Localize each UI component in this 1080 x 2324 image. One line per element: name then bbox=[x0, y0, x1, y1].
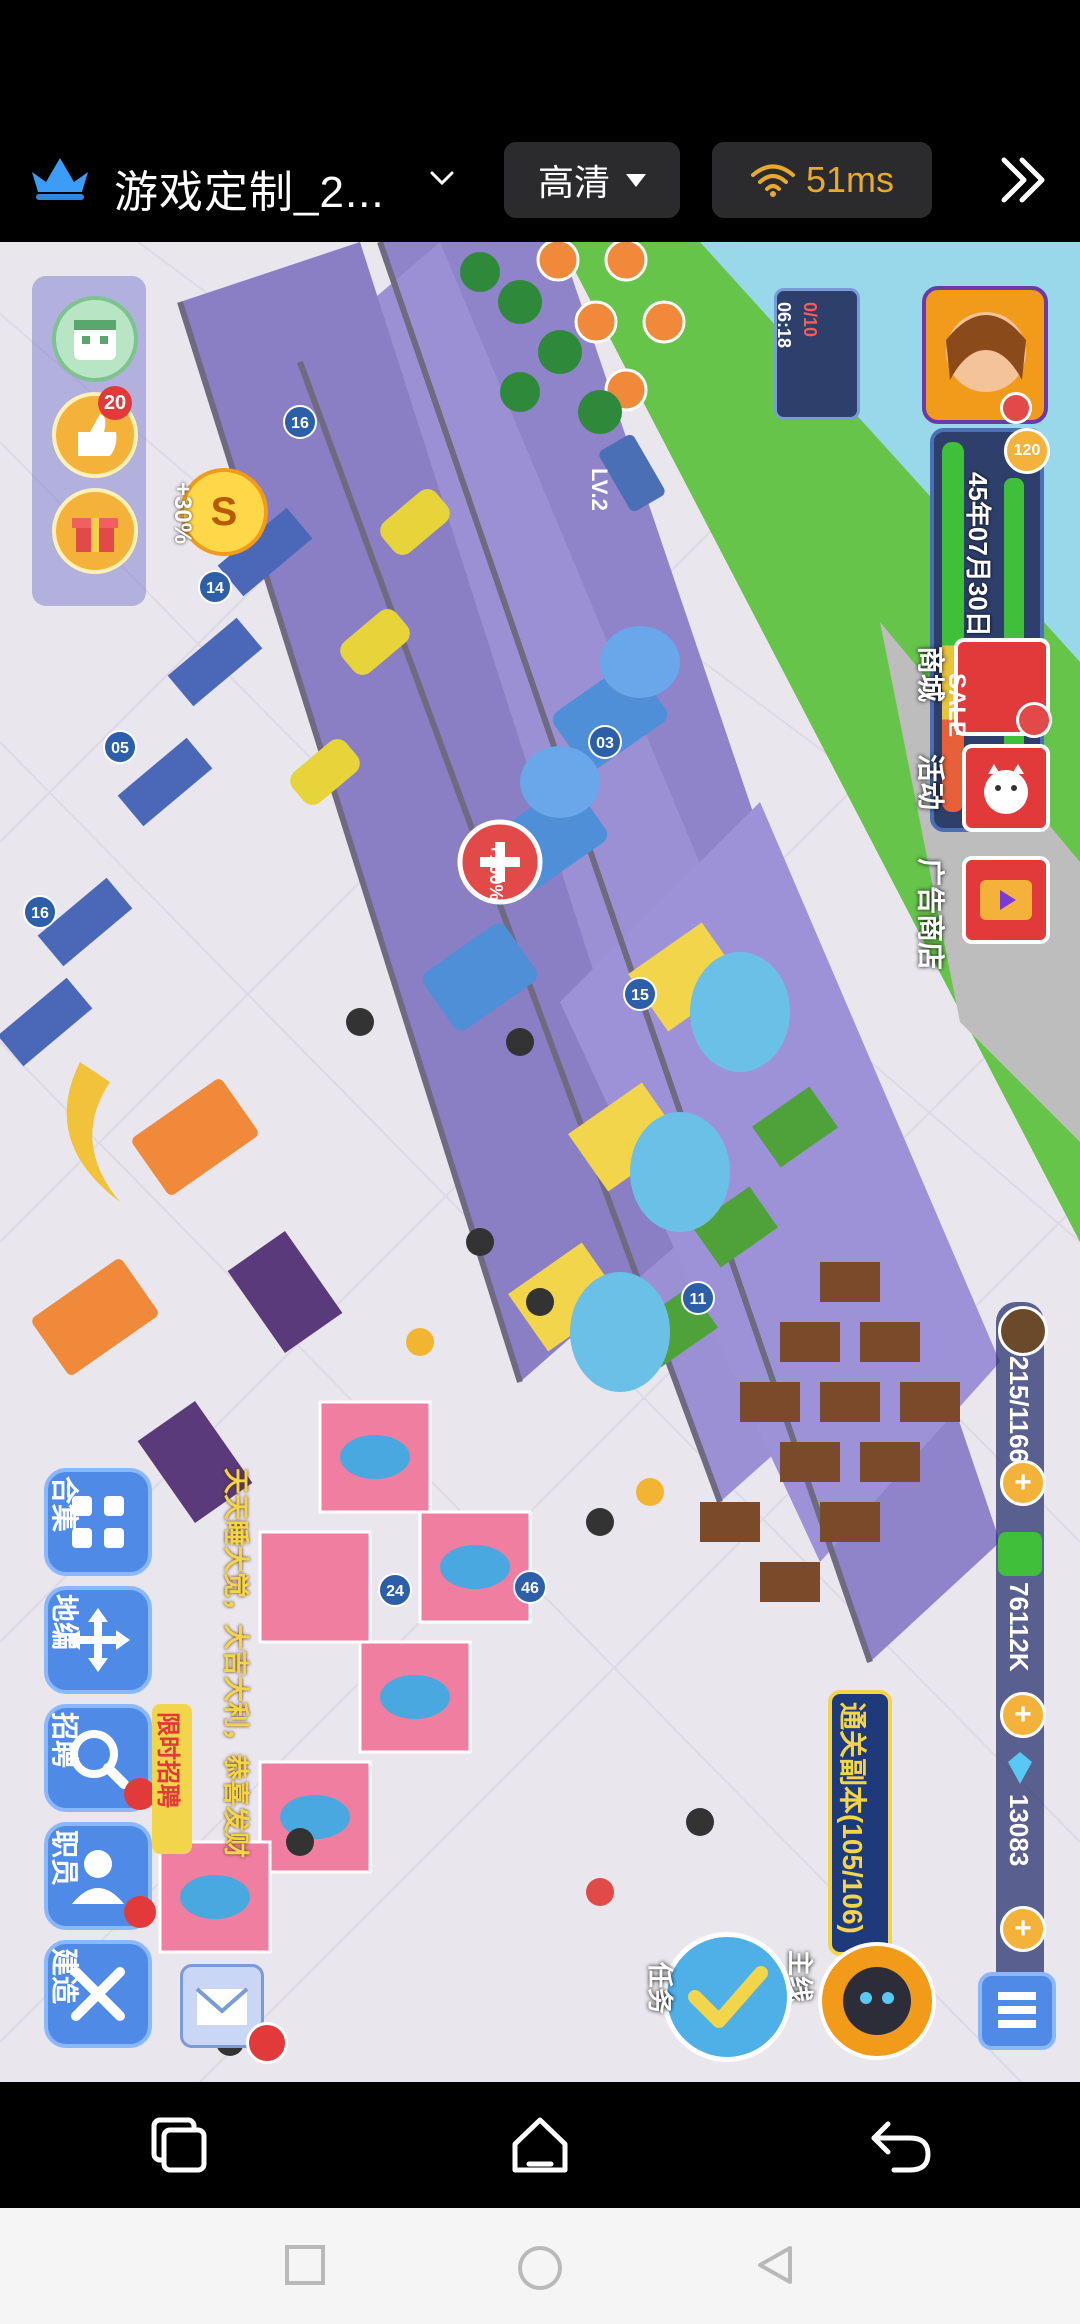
avatar-alert-dot bbox=[1000, 392, 1032, 424]
game-viewport[interactable]: 16 14 05 03 15 16 11 24 46 LV.2 +100% 20… bbox=[0, 242, 1080, 2082]
calendar-button[interactable] bbox=[52, 296, 138, 382]
ping-value: 51ms bbox=[805, 159, 895, 200]
event-button[interactable] bbox=[962, 744, 1050, 832]
collection-label: 合集 bbox=[49, 1476, 80, 1533]
floor-number: 46 bbox=[521, 1580, 539, 1597]
add-population-button[interactable]: + bbox=[1000, 1460, 1046, 1506]
gems-value: 13083 bbox=[1004, 1794, 1034, 1867]
checkmark-icon bbox=[688, 1966, 768, 2028]
floor-number: 24 bbox=[386, 1583, 404, 1600]
floor-number: 14 bbox=[206, 580, 224, 597]
limited-recruit-label: 限时招聘 bbox=[154, 1712, 181, 1808]
money-value: 7611​2K bbox=[1004, 1582, 1034, 1672]
lucky-cat-icon bbox=[984, 764, 1028, 814]
task-label: 任务 bbox=[645, 1962, 675, 2015]
floor-number: 16 bbox=[31, 905, 49, 922]
diamond-icon bbox=[1008, 1752, 1032, 1784]
robot-icon bbox=[843, 1967, 911, 2035]
floor-number: 11 bbox=[690, 1291, 707, 1308]
game-date: 45年07月30日 bbox=[963, 472, 993, 637]
floor-number: 16 bbox=[291, 415, 309, 432]
crown-logo-icon bbox=[32, 158, 88, 200]
recruit-label: 招聘 bbox=[49, 1712, 80, 1769]
map-edit-label: 地编 bbox=[49, 1594, 80, 1651]
double-chevron-right-icon[interactable] bbox=[996, 150, 1052, 210]
timer-count: 0/10 bbox=[800, 302, 820, 338]
floor-number: 05 bbox=[111, 740, 129, 757]
staff-alert-dot bbox=[124, 1896, 156, 1928]
add-gems-button[interactable]: + bbox=[1000, 1906, 1046, 1952]
menu-button[interactable] bbox=[978, 1972, 1056, 2050]
staff-label: 职员 bbox=[49, 1830, 80, 1887]
stream-title[interactable]: 游戏定制_2... bbox=[114, 156, 385, 220]
gift-icon bbox=[72, 518, 118, 552]
dungeon-label: 通关副本(105/106) bbox=[837, 1702, 868, 1934]
ping-indicator[interactable]: 51ms bbox=[712, 142, 932, 218]
system-home-icon[interactable] bbox=[516, 2244, 564, 2292]
grid-menu-icon bbox=[998, 1992, 1036, 2028]
calendar-icon bbox=[74, 320, 116, 360]
system-recents-icon[interactable] bbox=[284, 2244, 326, 2286]
heal-bonus-label: +100% bbox=[486, 844, 506, 901]
gift-button[interactable] bbox=[52, 488, 138, 574]
ad-shop-label: 广告商店 bbox=[915, 858, 946, 971]
quality-select[interactable]: 高清 bbox=[504, 142, 680, 218]
chevron-down-icon[interactable] bbox=[424, 160, 460, 196]
scrolling-banner: 天天睡大觉，大吉大利，恭喜发财 bbox=[221, 1468, 251, 1859]
back-icon[interactable] bbox=[866, 2110, 936, 2180]
home-icon[interactable] bbox=[505, 2110, 575, 2180]
system-back-icon[interactable] bbox=[754, 2244, 796, 2286]
floor-number: 15 bbox=[631, 987, 649, 1004]
timer-time: 06:18 bbox=[774, 302, 794, 349]
wifi-icon bbox=[750, 164, 795, 197]
add-money-button[interactable]: + bbox=[1000, 1692, 1046, 1738]
ad-shop-button[interactable] bbox=[962, 856, 1050, 944]
recents-icon[interactable] bbox=[144, 2110, 214, 2180]
income-bonus-label: +30% bbox=[169, 482, 196, 545]
build-label: 建造 bbox=[49, 1948, 80, 2005]
event-label: 活动 bbox=[915, 754, 946, 811]
player-level: 120 bbox=[1004, 428, 1050, 474]
floor-number: 03 bbox=[596, 735, 614, 752]
shop-alert-dot bbox=[1016, 702, 1052, 738]
video-play-icon bbox=[980, 880, 1032, 920]
status-bar bbox=[0, 0, 1080, 140]
main-quest-button[interactable] bbox=[818, 1942, 936, 2060]
level-tag: LV.2 bbox=[587, 468, 612, 511]
population-icon bbox=[998, 1306, 1048, 1356]
population-value: 215/1166 bbox=[1004, 1356, 1034, 1464]
notification-badge: 20 bbox=[98, 386, 132, 420]
cash-icon bbox=[998, 1532, 1042, 1576]
quality-label: 高清 bbox=[537, 162, 610, 203]
shop-label: 商城 bbox=[915, 646, 946, 703]
mail-alert-dot bbox=[246, 2022, 288, 2064]
task-button[interactable] bbox=[662, 1932, 792, 2062]
caret-down-icon bbox=[626, 173, 646, 187]
